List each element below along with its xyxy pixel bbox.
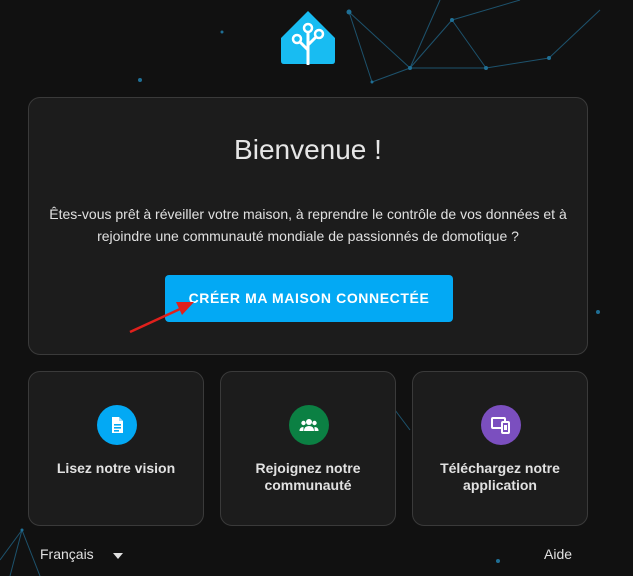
chevron-down-icon[interactable] (112, 553, 124, 559)
create-home-button[interactable]: CRÉER MA MAISON CONNECTÉE (165, 275, 453, 322)
community-card-label: Rejoignez notre communauté (255, 460, 361, 493)
welcome-title: Bienvenue ! (234, 134, 382, 165)
document-icon (97, 405, 137, 445)
home-assistant-logo (281, 11, 335, 65)
help-link[interactable]: Aide (544, 546, 572, 562)
vision-card-label: Lisez notre vision (56, 460, 176, 476)
vision-card[interactable]: Lisez notre vision (28, 371, 204, 526)
welcome-description: Êtes-vous prêt à réveiller votre maison,… (49, 206, 567, 244)
devices-icon (481, 405, 521, 445)
community-icon (289, 405, 329, 445)
language-selector[interactable]: Français (40, 546, 94, 562)
community-card[interactable]: Rejoignez notre communauté (220, 371, 396, 526)
welcome-card: Bienvenue ! Êtes-vous prêt à réveiller v… (28, 97, 588, 355)
app-card-label: Téléchargez notre application (440, 460, 560, 493)
app-card[interactable]: Téléchargez notre application (412, 371, 588, 526)
